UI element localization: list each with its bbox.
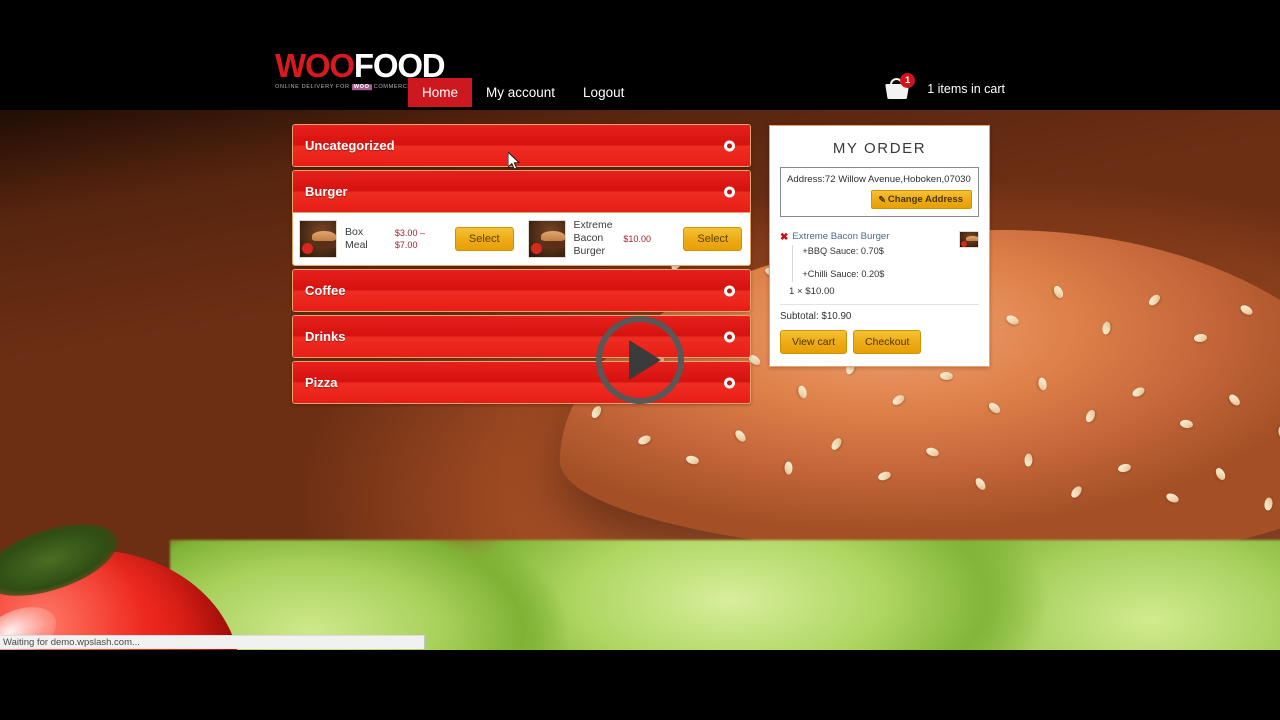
browser-status-bar: Waiting for demo.wpslash.com...: [0, 635, 425, 649]
product-price: $3.00 – $7.00: [394, 227, 425, 250]
play-triangle-shape: [629, 340, 661, 380]
cart-item-option: +BBQ Sauce: 0.70$: [802, 246, 884, 257]
cart-item-quantity-price: 1 × $10.00: [789, 286, 835, 298]
sesame-seed: [986, 400, 1003, 416]
lettuce-image: [170, 540, 1280, 650]
product-price: $10.00: [623, 233, 651, 244]
sesame-seed: [925, 446, 940, 458]
category-panel-coffee: Coffee: [292, 269, 751, 313]
sesame-seed: [1227, 392, 1242, 408]
sesame-seed: [796, 384, 809, 400]
logo-tagline-badge: WOO: [351, 84, 372, 91]
change-address-button[interactable]: ✎ Change Address: [871, 190, 972, 210]
sesame-seed: [1037, 376, 1048, 392]
sesame-seed: [1130, 385, 1147, 399]
sesame-seed: [1051, 284, 1066, 300]
cart-item-option: +Chilli Sauce: 0.20$: [802, 268, 885, 279]
sesame-seed: [1024, 453, 1033, 467]
checkout-button[interactable]: Checkout: [853, 330, 922, 355]
my-order-panel: MY ORDER Address:72 Willow Avenue,Hoboke…: [769, 125, 990, 368]
sesame-seed: [1193, 333, 1208, 343]
cart-items-label: 1 items in cart: [927, 82, 1005, 96]
category-header-uncategorized[interactable]: Uncategorized: [293, 125, 750, 166]
remove-x-icon[interactable]: ✖: [780, 231, 788, 243]
sesame-seed: [784, 461, 793, 475]
sesame-seed: [1147, 292, 1162, 308]
minus-circle-icon[interactable]: [724, 186, 735, 197]
cart-item-options: +BBQ Sauce: 0.70$ +Chilli Sauce: 0.20$: [792, 245, 955, 283]
cart-item-name[interactable]: Extreme Bacon Burger: [792, 231, 955, 243]
letterbox-bottom: [0, 650, 1280, 720]
product-name: Box Meal: [345, 225, 368, 251]
sesame-seed: [890, 393, 907, 407]
category-title: Uncategorized: [305, 138, 395, 153]
category-header-burger[interactable]: Burger: [293, 171, 750, 212]
plus-circle-icon[interactable]: [724, 331, 735, 343]
sesame-seed: [1238, 303, 1255, 317]
sesame-seed: [1179, 419, 1194, 429]
sesame-seed: [1164, 491, 1181, 505]
delivery-address-box: Address:72 Willow Avenue,Hoboken,07030 ✎…: [780, 167, 979, 218]
sesame-seed: [1069, 484, 1084, 500]
logo-tagline-pre: ONLINE DELIVERY FOR: [275, 84, 352, 91]
sesame-seed: [733, 428, 748, 444]
delivery-address-text: Address:72 Willow Avenue,Hoboken,07030: [787, 174, 971, 185]
view-cart-button[interactable]: View cart: [780, 330, 847, 355]
product-thumbnail[interactable]: [299, 219, 337, 258]
sesame-seed: [1117, 462, 1132, 474]
my-order-title: MY ORDER: [832, 140, 927, 157]
category-products-burger: Box Meal $3.00 – $7.00 Select Extreme Ba…: [293, 212, 751, 266]
logo-tagline-post: COMMERCE: [371, 84, 412, 91]
product-name: Extreme Bacon Burger: [573, 219, 613, 258]
play-button-icon[interactable]: [596, 316, 684, 404]
sesame-seed: [1263, 497, 1274, 511]
site-header: WOOFOOD ONLINE DELIVERY FOR WOO COMMERCE…: [0, 0, 1280, 110]
sesame-seed: [1004, 313, 1021, 327]
sesame-seed: [1101, 320, 1112, 336]
cart-count-badge: 1: [900, 73, 916, 88]
sesame-seed: [1213, 466, 1228, 482]
select-product-button[interactable]: Select: [683, 226, 742, 251]
product-item: Box Meal $3.00 – $7.00 Select: [293, 219, 522, 258]
shopping-basket-icon[interactable]: 1: [883, 73, 916, 102]
cart-item-thumbnail: [959, 231, 979, 249]
category-panel-burger: Burger Box Meal $3.00 – $7.00 Select Ext…: [292, 170, 751, 267]
category-title: Burger: [305, 184, 348, 199]
sesame-seed: [685, 454, 700, 466]
logo-text-woo: WOO: [275, 47, 355, 85]
product-item: Extreme Bacon Burger $10.00 Select: [522, 219, 751, 258]
main-navigation: Home My account Logout: [408, 78, 638, 107]
cart-line-item: ✖ Extreme Bacon Burger +BBQ Sauce: 0.70$…: [780, 227, 979, 283]
category-header-coffee[interactable]: Coffee: [293, 270, 750, 312]
order-divider: [780, 304, 979, 306]
screen: WOOFOOD ONLINE DELIVERY FOR WOO COMMERCE…: [0, 0, 1280, 720]
nav-item-my-account[interactable]: My account: [472, 78, 569, 107]
order-subtotal: Subtotal: $10.90: [780, 311, 852, 323]
nav-item-logout[interactable]: Logout: [569, 78, 638, 107]
cart-status[interactable]: 1 1 items in cart: [883, 73, 1005, 102]
category-title: Coffee: [305, 283, 346, 299]
category-title: Pizza: [305, 375, 338, 391]
sesame-seed: [939, 371, 954, 381]
pencil-icon: ✎: [878, 194, 886, 205]
order-actions: View cart Checkout: [780, 330, 979, 355]
sesame-seed: [973, 476, 988, 492]
category-panel-uncategorized: Uncategorized: [292, 124, 751, 167]
sesame-seed: [877, 470, 892, 482]
sesame-seed: [1084, 408, 1097, 424]
category-title: Drinks: [305, 329, 346, 345]
sesame-seed: [829, 436, 844, 452]
plus-circle-icon[interactable]: [724, 285, 735, 297]
product-thumbnail[interactable]: [527, 219, 566, 258]
sesame-seed: [636, 433, 653, 447]
plus-circle-icon[interactable]: [724, 140, 735, 151]
change-address-label: Change Address: [887, 194, 963, 206]
select-product-button[interactable]: Select: [454, 226, 514, 251]
status-bar-text: Waiting for demo.wpslash.com...: [3, 637, 140, 648]
nav-item-home[interactable]: Home: [408, 78, 473, 107]
plus-circle-icon[interactable]: [724, 377, 735, 389]
